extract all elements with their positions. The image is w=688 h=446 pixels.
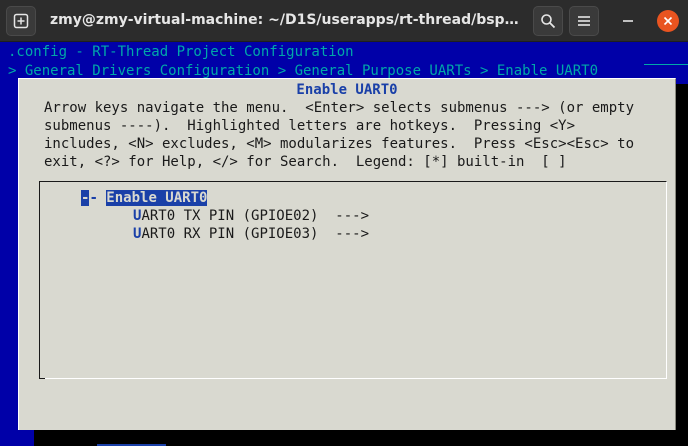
menu-item-enable-uart0[interactable]: -- Enable UART0: [81, 190, 208, 207]
dialog-shadow-right: [676, 84, 688, 446]
menu-item-label: ART0 RX PIN (GPIOE03) --->: [141, 226, 370, 242]
breadcrumb-rule: [644, 64, 688, 65]
help-text-line: includes, <N> excludes, <M> modularizes …: [44, 136, 635, 152]
menu-list: -- Enable UART0 UART0 TX PIN (GPIOE02) -…: [39, 181, 667, 379]
menu-box-corner: [39, 371, 45, 379]
terminal-area: .config - RT-Thread Project Configuratio…: [0, 42, 688, 446]
menu-item-uart0-rx-pin[interactable]: UART0 RX PIN (GPIOE03) --->: [133, 226, 369, 243]
new-tab-icon: [13, 13, 29, 29]
dialog-title: Enable UART0: [296, 82, 398, 98]
menu-item-prefix: -: [89, 190, 107, 206]
menu-item-uart0-tx-pin[interactable]: UART0 TX PIN (GPIOE02) --->: [133, 208, 369, 225]
hamburger-icon: [578, 16, 590, 26]
hamburger-menu-button[interactable]: [569, 6, 599, 36]
minimize-icon: [623, 20, 633, 22]
help-text-line: exit, <?> for Help, </> for Search. Lege…: [44, 154, 567, 170]
close-button-circle: [657, 10, 679, 32]
close-icon: [663, 16, 673, 26]
config-header: .config - RT-Thread Project Configuratio…: [8, 44, 354, 60]
search-icon: [541, 14, 556, 29]
menu-item-label: ART0 TX PIN (GPIOE02) --->: [141, 208, 370, 224]
help-text-line: Arrow keys navigate the menu. <Enter> se…: [44, 100, 635, 116]
terminal-bottom-strip: [0, 432, 34, 446]
help-text-line: submenus ----). Highlighted letters are …: [44, 118, 576, 134]
minimize-button[interactable]: [613, 6, 643, 36]
menu-item-label: Enable UART0: [106, 190, 208, 206]
close-button[interactable]: [653, 6, 683, 36]
search-button[interactable]: [533, 6, 563, 36]
new-tab-button[interactable]: [6, 6, 36, 36]
menuconfig-dialog: Enable UART0 Arrow keys navigate the men…: [18, 78, 676, 446]
window-titlebar: zmy@zmy-virtual-machine: ~/D1S/userapps/…: [0, 0, 688, 42]
window-title: zmy@zmy-virtual-machine: ~/D1S/userapps/…: [50, 12, 520, 28]
